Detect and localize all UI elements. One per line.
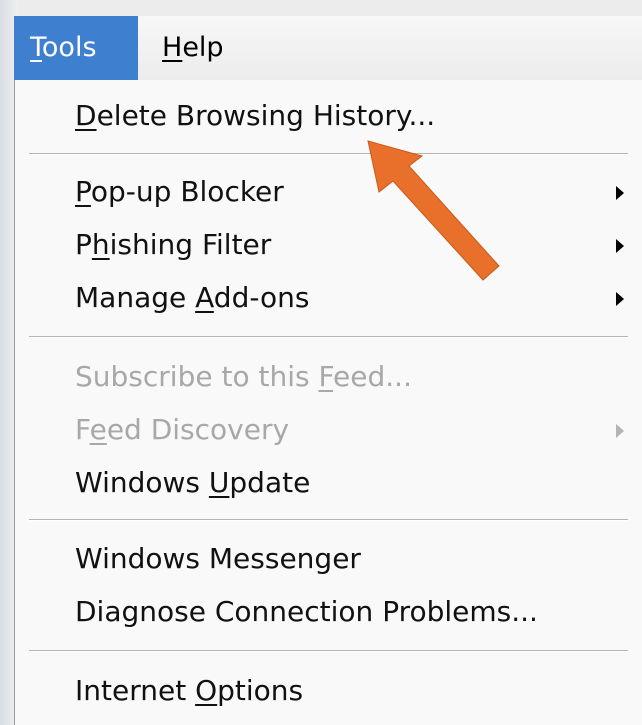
feed-discovery-pre: F <box>75 413 90 446</box>
menu-tools[interactable]: Tools <box>14 16 138 80</box>
phishing-filter-pre: P <box>75 228 92 261</box>
mnemonic-d: D <box>75 99 97 132</box>
menu-separator <box>29 519 628 521</box>
mnemonic-e: e <box>89 413 107 446</box>
menu-item-manage-addons[interactable]: Manage Add-ons <box>75 278 309 318</box>
subscribe-feed-pre: Subscribe to this <box>75 360 319 393</box>
subscribe-feed-post: eed... <box>333 360 412 393</box>
menu-help-label: elp <box>182 32 224 63</box>
manage-addons-post: dd-ons <box>213 281 310 314</box>
tools-dropdown-menu: Delete Browsing History... Pop-up Blocke… <box>14 80 642 725</box>
submenu-arrow-icon <box>616 424 624 438</box>
mnemonic-a: A <box>195 281 214 314</box>
windows-update-pre: Windows <box>75 466 209 499</box>
menu-separator <box>29 650 628 652</box>
submenu-arrow-icon <box>616 186 624 200</box>
mnemonic-h: h <box>91 228 110 261</box>
menu-bar: Tools Help <box>14 16 642 81</box>
internet-options-post: ptions <box>217 674 304 707</box>
menu-item-popup-blocker[interactable]: Pop-up Blocker <box>75 172 284 212</box>
submenu-arrow-icon <box>616 239 624 253</box>
menu-item-phishing-filter[interactable]: Phishing Filter <box>75 225 271 265</box>
feed-discovery-post: ed Discovery <box>106 413 290 446</box>
menu-help-mnemonic: H <box>162 32 183 63</box>
menu-item-internet-options[interactable]: Internet Options <box>75 671 303 711</box>
diagnose-connection-label: Diagnose Connection Problems... <box>75 595 538 628</box>
windows-update-post: pdate <box>229 466 311 499</box>
menu-item-subscribe-feed: Subscribe to this Feed... <box>75 357 412 397</box>
mnemonic-f: F <box>318 360 334 393</box>
screenshot-stage: Tools Help Delete Browsing History... Po… <box>0 0 642 725</box>
menu-item-diagnose-connection[interactable]: Diagnose Connection Problems... <box>75 592 538 632</box>
delete-history-label: elete Browsing History... <box>96 99 436 132</box>
phishing-filter-post: ishing Filter <box>109 228 272 261</box>
windows-messenger-label: Windows Messenger <box>75 542 361 575</box>
menu-help[interactable]: Help <box>146 16 240 80</box>
menu-item-delete-browsing-history[interactable]: Delete Browsing History... <box>75 96 435 136</box>
popup-blocker-label: op-up Blocker <box>90 175 284 208</box>
menu-item-windows-update[interactable]: Windows Update <box>75 463 310 503</box>
internet-options-pre: Internet <box>75 674 196 707</box>
mnemonic-p: P <box>75 175 91 208</box>
menu-separator <box>29 153 628 155</box>
menu-tools-mnemonic: T <box>30 32 42 63</box>
menu-tools-label: ools <box>41 32 97 63</box>
manage-addons-pre: Manage <box>75 281 196 314</box>
menu-item-feed-discovery: Feed Discovery <box>75 410 289 450</box>
mnemonic-u: U <box>208 466 230 499</box>
menu-item-windows-messenger[interactable]: Windows Messenger <box>75 539 361 579</box>
menu-separator <box>29 336 628 338</box>
mnemonic-o: O <box>195 674 218 707</box>
submenu-arrow-icon <box>616 292 624 306</box>
